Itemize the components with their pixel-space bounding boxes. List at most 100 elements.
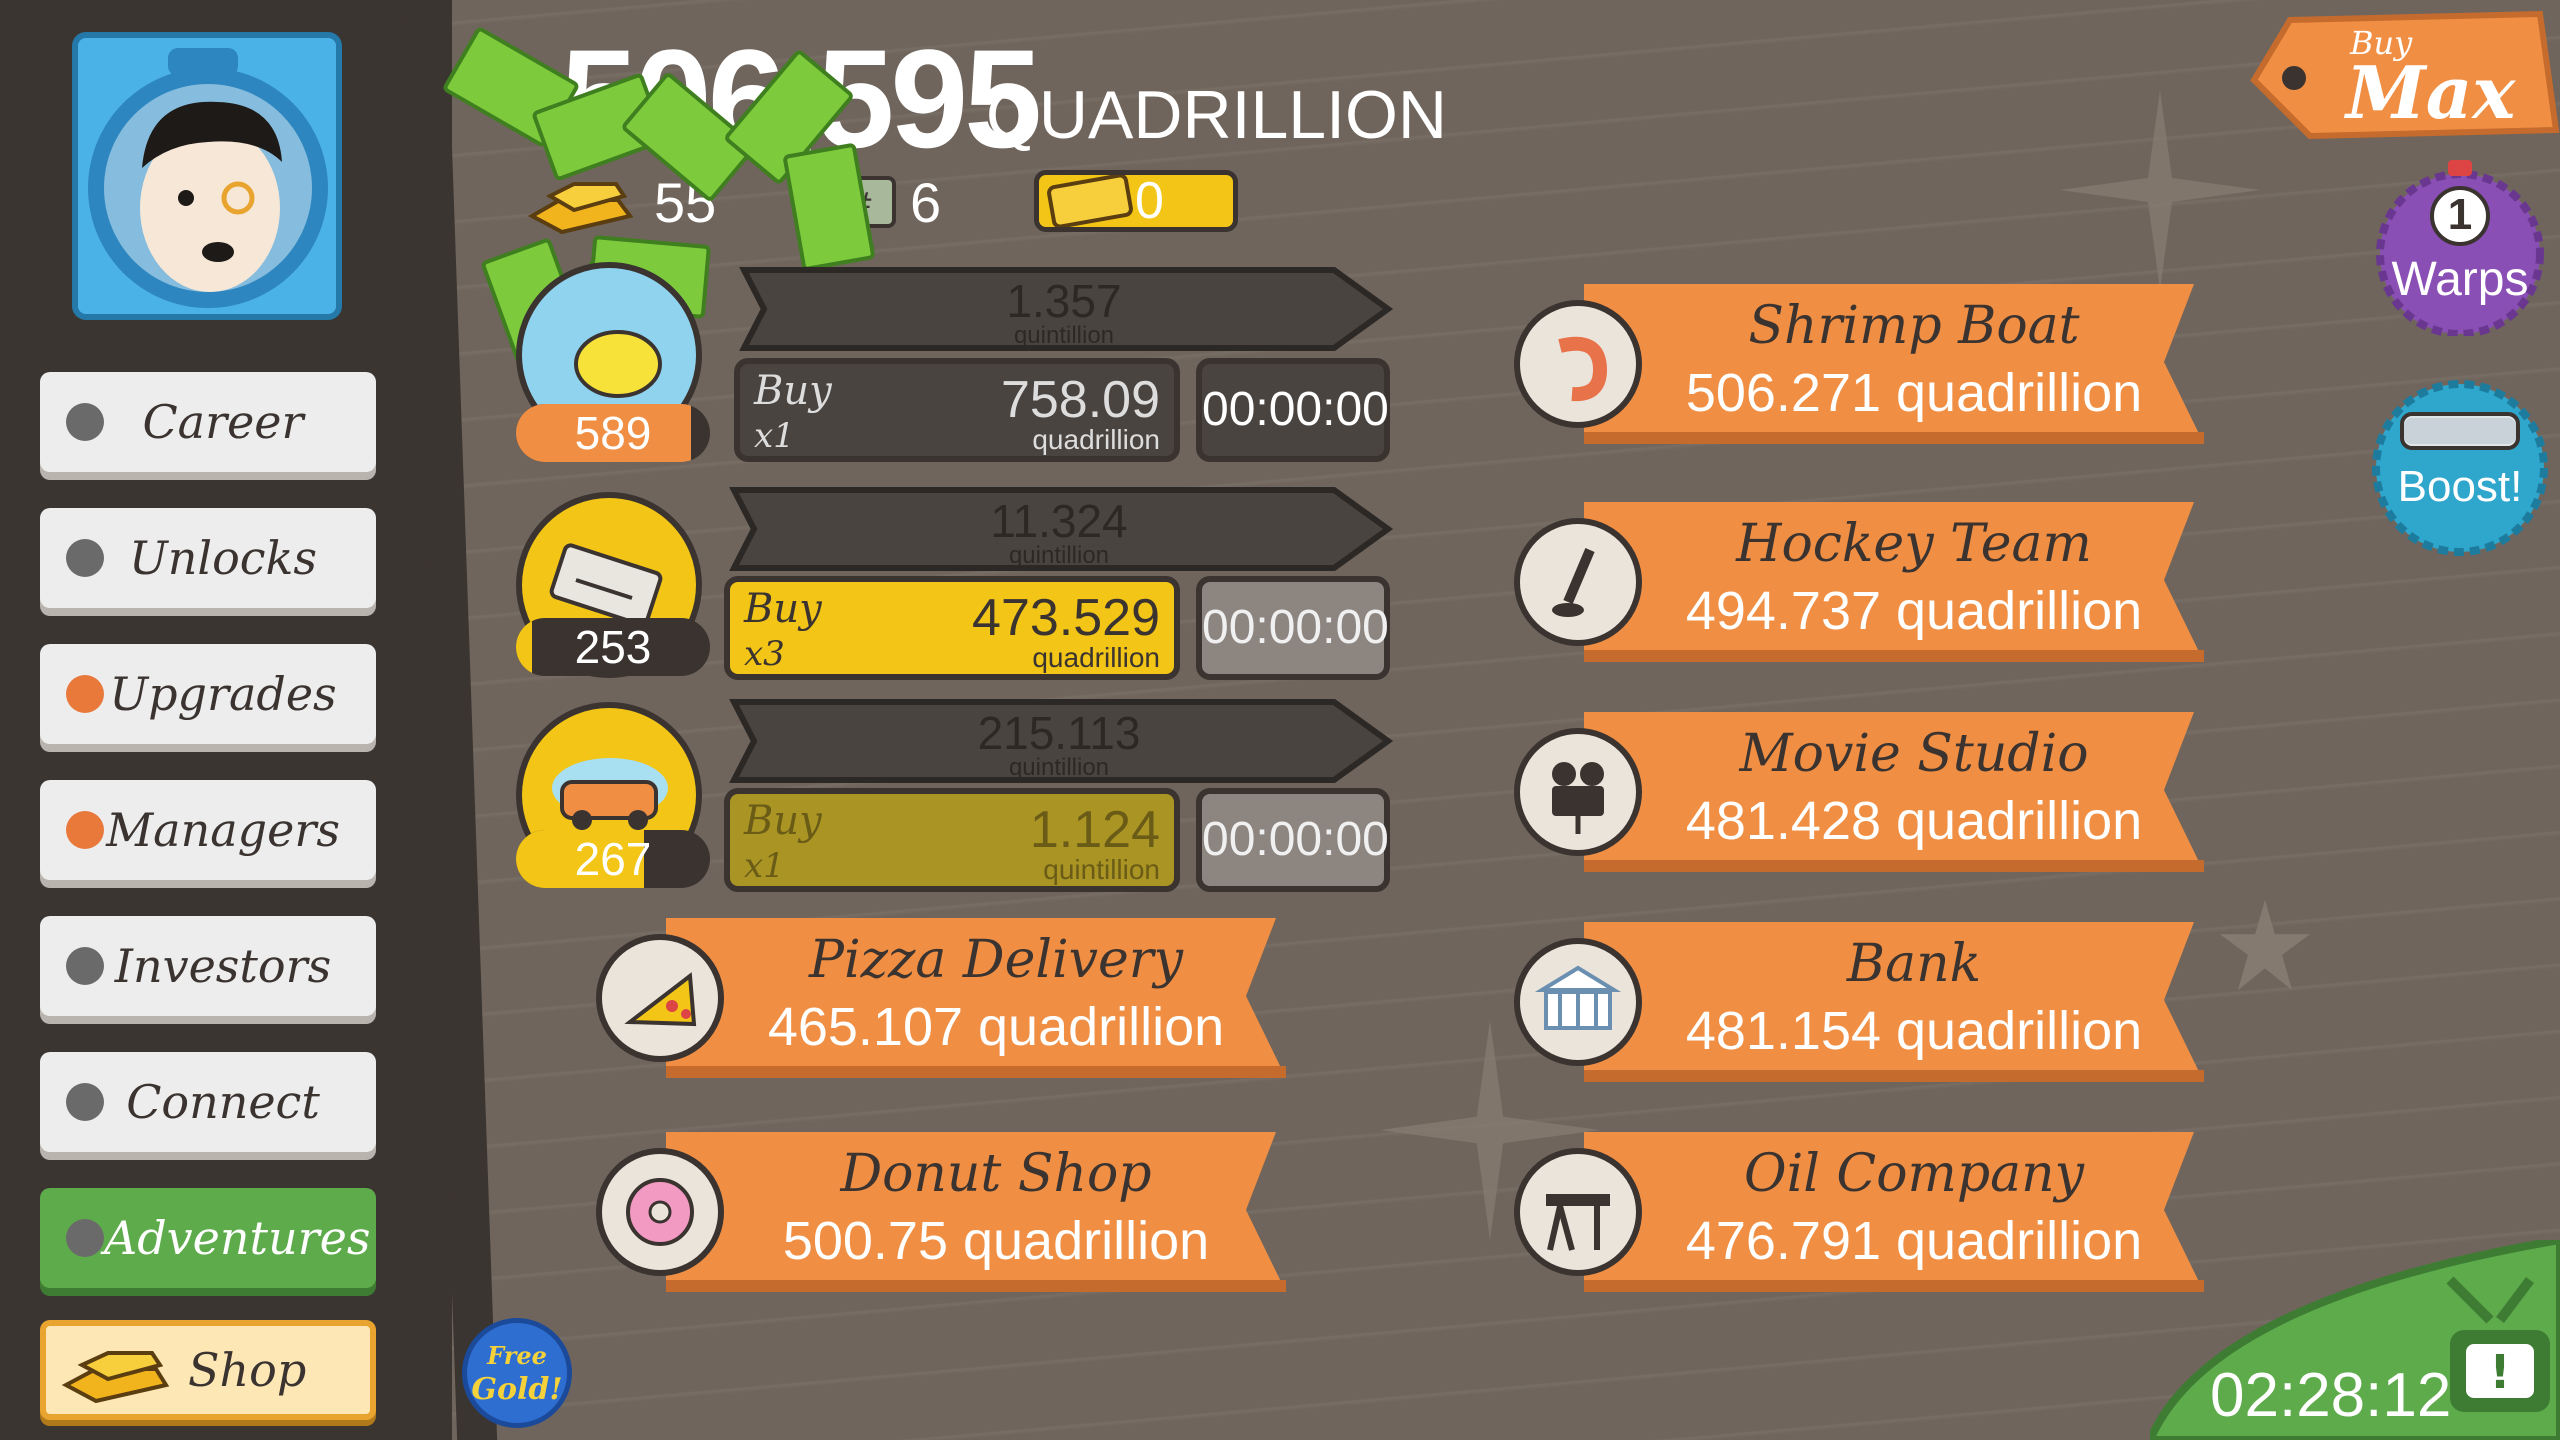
business-donut-shop-ribbon[interactable]: Donut Shop 500.75 quadrillion: [596, 1120, 1296, 1300]
business-name: Movie Studio: [1739, 724, 2089, 784]
business-unlock-cost: 494.737 quadrillion: [1685, 581, 2143, 641]
player-avatar[interactable]: [72, 32, 342, 320]
business-timer: 00:00:00: [1196, 788, 1390, 892]
business-timer: 00:00:00: [1196, 358, 1390, 462]
buy-max-button[interactable]: Buy Max: [2250, 10, 2560, 140]
status-dot: [66, 947, 104, 985]
tv-ad-timer: 02:28:12: [2210, 1361, 2452, 1430]
nav-managers-button[interactable]: Managers: [40, 780, 376, 880]
revenue-unit: quintillion: [1008, 754, 1110, 781]
buy-button[interactable]: Buy x3 473.529 quadrillion: [724, 576, 1180, 680]
buy-multiplier: x3: [744, 634, 785, 674]
movie-camera-icon: [1514, 728, 1642, 856]
buy-cost: 473.529: [972, 589, 1160, 647]
revenue-progress-bar: 215.113 quintillion: [724, 698, 1394, 784]
revenue-value: 215.113: [977, 707, 1141, 759]
buy-multiplier: x1: [744, 846, 785, 886]
revenue-value: 11.324: [990, 495, 1128, 547]
nav-investors-button[interactable]: Investors: [40, 916, 376, 1016]
free-gold-button[interactable]: Free Gold!: [462, 1318, 572, 1428]
buy-max-bottom-text: Max: [2346, 50, 2516, 135]
business-oil-company-ribbon[interactable]: Oil Company 476.791 quadrillion: [1514, 1120, 2214, 1300]
nav-label: Connect: [126, 1075, 320, 1129]
business-name: Donut Shop: [840, 1144, 1152, 1204]
status-dot: [66, 539, 104, 577]
status-dot: [66, 1219, 104, 1257]
nav-career-button[interactable]: Career: [40, 372, 376, 472]
nav-connect-button[interactable]: Connect: [40, 1052, 376, 1152]
status-dot: [66, 403, 104, 441]
free-gold-text: Gold!: [471, 1372, 563, 1407]
buy-button[interactable]: Buy x1 758.09 quadrillion: [734, 358, 1180, 462]
warps-label: Warps: [2391, 253, 2529, 306]
money-unit: QUADRILLION: [986, 77, 1447, 153]
time-machine-car-icon: [2404, 418, 2516, 444]
gold-bars-icon: [61, 1351, 170, 1404]
star-decoration-icon: [2060, 90, 2260, 290]
svg-text:!: !: [2490, 1345, 2511, 1399]
owned-count-text: 267: [574, 833, 652, 885]
astronaut-avatar-icon: [78, 38, 336, 314]
boost-label: Boost!: [2397, 462, 2523, 511]
buy-multiplier: x1: [754, 416, 795, 456]
buy-label: Buy: [744, 798, 822, 844]
nav-shop-button[interactable]: Shop: [40, 1320, 376, 1420]
shrimp-icon: [1514, 300, 1642, 428]
business-hockey-team-ribbon[interactable]: Hockey Team 494.737 quadrillion: [1514, 490, 2214, 670]
business-unlock-cost: 481.428 quadrillion: [1685, 791, 2143, 851]
buy-cost-unit: quadrillion: [1032, 642, 1160, 673]
business-unlock-cost: 500.75 quadrillion: [782, 1211, 1210, 1271]
buy-cost: 1.124: [1029, 801, 1160, 859]
owned-count-text: 589: [574, 407, 652, 459]
nav-unlocks-button[interactable]: Unlocks: [40, 508, 376, 608]
business-name: Bank: [1846, 934, 1982, 994]
nav-label: Adventures: [104, 1211, 371, 1265]
nav-upgrades-button[interactable]: Upgrades: [40, 644, 376, 744]
buy-button[interactable]: Buy x1 1.124 quintillion: [724, 788, 1180, 892]
status-dot: [66, 1083, 104, 1121]
business-timer: 00:00:00: [1196, 576, 1390, 680]
free-gold-text: Free: [487, 1341, 547, 1370]
business-name: Pizza Delivery: [808, 930, 1184, 990]
buy-cost: 758.09: [1000, 371, 1160, 429]
megabucks-count: 6: [910, 171, 942, 234]
warps-count: 1: [2447, 190, 2473, 239]
bank-icon: [1514, 938, 1642, 1066]
owned-progress-fill: [516, 618, 532, 676]
business-shrimp-boat-ribbon[interactable]: Shrimp Boat 506.271 quadrillion: [1514, 272, 2214, 452]
revenue-progress-bar: 1.357 quintillion: [734, 266, 1394, 352]
business-name: Shrimp Boat: [1748, 296, 2080, 356]
revenue-value: 1.357: [1006, 275, 1122, 327]
revenue-unit: quintillion: [1013, 322, 1115, 349]
oil-derrick-icon: [1514, 1148, 1642, 1276]
alert-dot: [66, 811, 104, 849]
star-decoration-icon: [2220, 900, 2310, 990]
business-name: Oil Company: [1744, 1144, 2084, 1204]
nav-adventures-button[interactable]: Adventures: [40, 1188, 376, 1288]
donut-icon: [596, 1148, 724, 1276]
business-pizza-delivery-ribbon[interactable]: Pizza Delivery 465.107 quadrillion: [596, 906, 1296, 1086]
business-unlock-cost: 476.791 quadrillion: [1685, 1211, 2143, 1271]
business-owned-count: 267: [516, 830, 710, 888]
nav-label: Managers: [106, 803, 340, 857]
business-owned-count: 253: [516, 618, 710, 676]
warps-badge[interactable]: 1 Warps: [2372, 160, 2548, 336]
nav-label: Upgrades: [109, 667, 337, 721]
business-bank-ribbon[interactable]: Bank 481.154 quadrillion: [1514, 910, 2214, 1090]
ticket-icon: [1047, 175, 1133, 227]
nav-label: Career: [142, 395, 304, 449]
business-unlock-cost: 481.154 quadrillion: [1685, 1001, 2143, 1061]
nav-label: Shop: [188, 1343, 307, 1397]
owned-count-text: 253: [574, 621, 652, 673]
revenue-unit: quintillion: [1008, 542, 1110, 569]
buy-label: Buy: [754, 368, 832, 414]
business-unlock-cost: 465.107 quadrillion: [767, 997, 1225, 1057]
business-unlock-cost: 506.271 quadrillion: [1685, 363, 2143, 423]
business-movie-studio-ribbon[interactable]: Movie Studio 481.428 quadrillion: [1514, 700, 2214, 880]
boost-button[interactable]: Boost!: [2372, 380, 2548, 556]
tickets-pill[interactable]: 0: [1034, 170, 1238, 232]
hockey-icon: [1514, 518, 1642, 646]
business-owned-count: 589: [516, 404, 710, 462]
nav-label: Unlocks: [128, 531, 318, 585]
tickets-count: 0: [1135, 172, 1164, 230]
